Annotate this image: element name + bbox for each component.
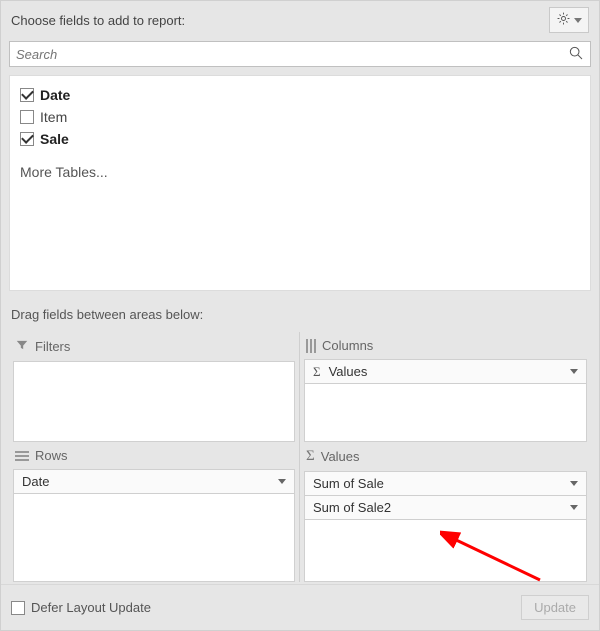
field-item-sale[interactable]: Sale — [20, 128, 580, 150]
field-label: Item — [40, 109, 67, 125]
chevron-down-icon — [278, 479, 286, 484]
area-label: Values — [321, 449, 360, 464]
field-pill-sum-of-sale2[interactable]: Sum of Sale2 — [305, 496, 586, 520]
values-header: Σ Values — [304, 442, 587, 471]
filters-area: Filters — [9, 332, 300, 442]
filters-drop-zone[interactable] — [13, 361, 295, 442]
search-field[interactable] — [9, 41, 591, 67]
search-icon — [568, 45, 584, 64]
columns-header: Columns — [304, 332, 587, 359]
rows-area: Rows Date — [9, 442, 300, 582]
area-label: Columns — [322, 338, 373, 353]
tools-dropdown-button[interactable] — [549, 7, 589, 33]
area-label: Filters — [35, 339, 70, 354]
chevron-down-icon — [574, 18, 582, 23]
chevron-down-icon — [570, 505, 578, 510]
columns-icon — [306, 339, 316, 353]
pill-label: Sum of Sale2 — [313, 500, 391, 515]
pill-label: Date — [22, 474, 49, 489]
sigma-icon: Σ — [313, 364, 325, 380]
more-tables-link[interactable]: More Tables... — [20, 164, 580, 180]
update-button: Update — [521, 595, 589, 620]
checkbox-unchecked-icon[interactable] — [11, 601, 25, 615]
columns-drop-zone[interactable]: Σ Values — [304, 359, 587, 442]
field-item-item[interactable]: Item — [20, 106, 580, 128]
rows-drop-zone[interactable]: Date — [13, 469, 295, 582]
pill-label: Values — [329, 364, 368, 379]
chevron-down-icon — [570, 481, 578, 486]
defer-label: Defer Layout Update — [31, 600, 151, 615]
filter-icon — [15, 338, 29, 355]
filters-header: Filters — [13, 332, 295, 361]
sigma-icon: Σ — [306, 448, 315, 465]
chevron-down-icon — [570, 369, 578, 374]
checkbox-checked-icon[interactable] — [20, 132, 34, 146]
pane-title: Choose fields to add to report: — [11, 13, 185, 28]
checkbox-unchecked-icon[interactable] — [20, 110, 34, 124]
drop-areas-grid: Filters Columns Σ Values — [1, 332, 599, 582]
rows-header: Rows — [13, 442, 295, 469]
columns-area: Columns Σ Values — [300, 332, 591, 442]
defer-update-toggle[interactable]: Defer Layout Update — [11, 600, 151, 615]
checkbox-checked-icon[interactable] — [20, 88, 34, 102]
rows-icon — [15, 451, 29, 461]
pane-footer: Defer Layout Update Update — [1, 584, 599, 630]
field-label: Sale — [40, 131, 69, 147]
field-label: Date — [40, 87, 70, 103]
values-area: Σ Values Sum of Sale Sum of Sale2 — [300, 442, 591, 582]
available-fields-list[interactable]: Date Item Sale More Tables... — [9, 75, 591, 291]
gear-icon — [556, 11, 571, 29]
pill-label: Sum of Sale — [313, 476, 384, 491]
drag-instruction-label: Drag fields between areas below: — [1, 291, 599, 332]
area-label: Rows — [35, 448, 68, 463]
field-pill-date[interactable]: Date — [14, 470, 294, 494]
pivot-field-list-pane: Choose fields to add to report: Date Ite… — [0, 0, 600, 631]
values-drop-zone[interactable]: Sum of Sale Sum of Sale2 — [304, 471, 587, 582]
field-pill-values[interactable]: Σ Values — [305, 360, 586, 384]
field-item-date[interactable]: Date — [20, 84, 580, 106]
pane-header: Choose fields to add to report: — [1, 1, 599, 41]
field-pill-sum-of-sale[interactable]: Sum of Sale — [305, 472, 586, 496]
search-input[interactable] — [16, 47, 568, 62]
